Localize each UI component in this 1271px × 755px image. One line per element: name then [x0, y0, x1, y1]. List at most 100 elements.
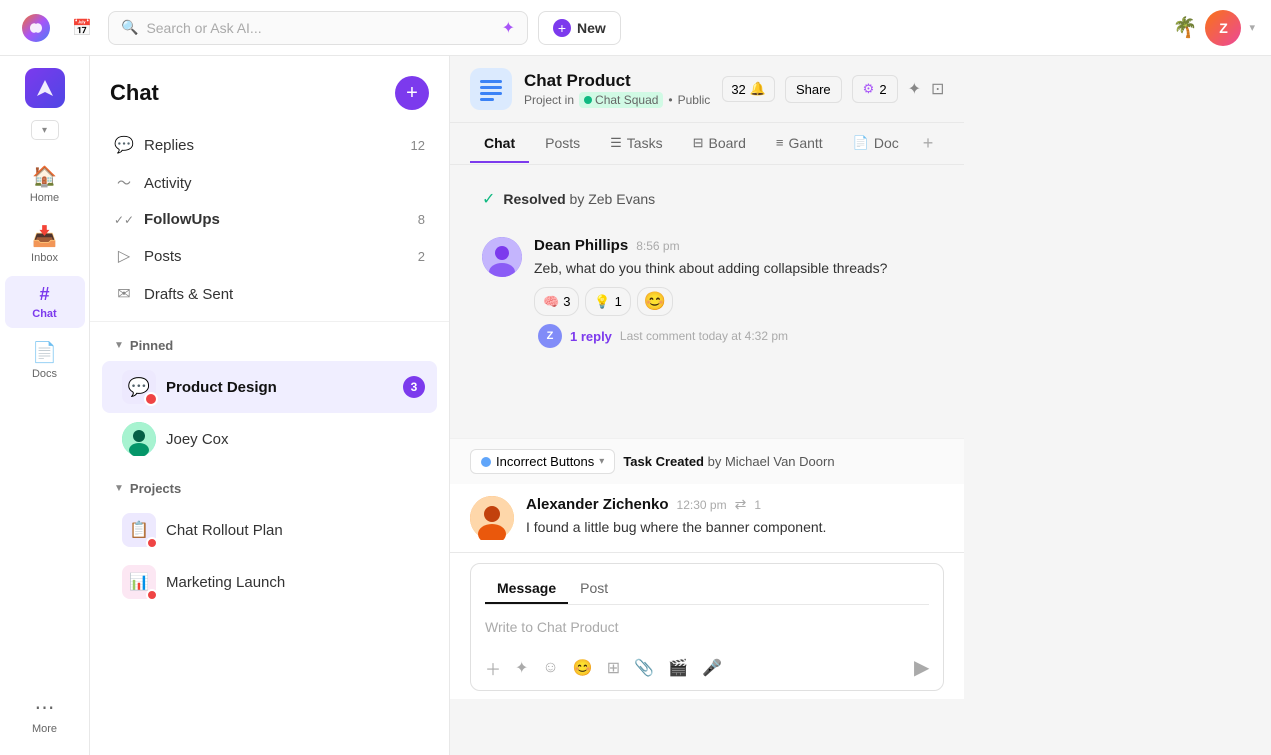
compose-table-icon[interactable]: ⊞	[607, 658, 620, 678]
channel-squad-name: Chat Squad	[595, 93, 658, 107]
compose-send-button[interactable]: ▶	[914, 655, 929, 680]
calendar-icon[interactable]: 📅	[66, 12, 98, 44]
compose-placeholder: Write to Chat Product	[485, 619, 619, 635]
compose-area: Message Post Write to Chat Product ＋ ✦ ☺…	[450, 552, 964, 699]
chat-nav-followups[interactable]: ✓✓ FollowUps 8	[102, 202, 437, 237]
sync-count: 1	[754, 498, 761, 512]
channel-task-count[interactable]: 32 🔔	[722, 76, 775, 102]
chat-new-button[interactable]: +	[395, 76, 429, 110]
squad-dot	[584, 96, 592, 104]
chat-nav-activity[interactable]: 〜 Activity	[102, 164, 437, 202]
top-bar-right: 🌴 Z ▾	[1173, 10, 1255, 46]
compose-tabs: Message Post	[485, 574, 929, 605]
compose-attach-icon[interactable]: ＋	[485, 656, 501, 680]
add-reaction-button[interactable]: 😊	[637, 287, 673, 316]
alexander-zichenko-avatar	[470, 496, 514, 540]
tab-add-button[interactable]: +	[915, 123, 942, 164]
tab-posts[interactable]: Posts	[531, 125, 594, 163]
app-logo[interactable]	[16, 8, 56, 48]
resolved-label: Resolved	[503, 191, 565, 207]
channel-name: Chat Product	[524, 71, 710, 91]
channel-header: Chat Product Project in Chat Squad • Pub…	[450, 56, 964, 123]
reaction-brain[interactable]: 🧠 3	[534, 287, 579, 316]
message-2-author: Alexander Zichenko	[526, 496, 669, 513]
sidebar-item-inbox[interactable]: 📥 Inbox	[5, 216, 85, 272]
tab-tasks[interactable]: ☰ Tasks	[596, 125, 676, 163]
compose-tab-message[interactable]: Message	[485, 574, 568, 604]
user-avatar[interactable]: Z	[1205, 10, 1241, 46]
marketing-launch-icon: 📊	[129, 572, 149, 592]
chat-nav-replies[interactable]: 💬 Replies 12	[102, 126, 437, 164]
doc-icon: 📄	[853, 135, 869, 151]
message-2-body: Alexander Zichenko 12:30 pm ⇄ 1 I found …	[526, 496, 944, 540]
chat-sidebar-title: Chat	[110, 80, 159, 106]
tab-gantt[interactable]: ≡ Gantt	[762, 125, 837, 163]
joey-cox-avatar	[122, 422, 156, 456]
compose-paperclip-icon[interactable]: 📎	[634, 658, 654, 678]
inbox-icon: 📥	[32, 224, 57, 249]
sidebar-item-chat[interactable]: # Chat	[5, 276, 85, 328]
sidebar-logo[interactable]	[25, 68, 65, 108]
projects-section-header[interactable]: ▼ Projects	[90, 473, 449, 504]
pinned-section-title: Pinned	[130, 338, 173, 353]
new-button[interactable]: + New	[538, 11, 621, 45]
pinned-section-header[interactable]: ▼ Pinned	[90, 330, 449, 361]
board-icon: ⊟	[693, 135, 704, 151]
ai-button[interactable]: ⚙ 2	[852, 75, 898, 103]
divider1	[90, 321, 449, 322]
compose-tab-post[interactable]: Post	[568, 574, 620, 604]
chat-nav-drafts[interactable]: ✉ Drafts & Sent	[102, 275, 437, 313]
compose-video-icon[interactable]: 🎬	[668, 658, 688, 678]
chat-rollout-icon: 📋	[129, 520, 149, 540]
tab-board[interactable]: ⊟ Board	[679, 125, 760, 163]
palm-icon[interactable]: 🌴	[1173, 15, 1198, 40]
message-1-body: Dean Phillips 8:56 pm Zeb, what do you t…	[534, 237, 932, 348]
tab-doc[interactable]: 📄 Doc	[839, 125, 913, 163]
layout-icon[interactable]: ⊡	[931, 79, 944, 99]
chat-nav-posts[interactable]: ▷ Posts 2	[102, 237, 437, 275]
compose-emoji2-icon[interactable]: 😊	[573, 658, 593, 678]
lightbulb-emoji: 💡	[594, 294, 610, 310]
followups-count: 8	[418, 212, 425, 227]
project-item-marketing-launch[interactable]: 📊 Marketing Launch	[102, 556, 437, 608]
channel-meta-project: Project in	[524, 93, 574, 107]
message-1-author: Dean Phillips	[534, 237, 628, 254]
channel-tabs: Chat Posts ☰ Tasks ⊟ Board ≡ Gantt 📄 Doc…	[450, 123, 964, 165]
gantt-icon: ≡	[776, 135, 784, 150]
sidebar-item-docs[interactable]: 📄 Docs	[5, 332, 85, 388]
followups-icon: ✓✓	[114, 213, 134, 227]
message-block-1: Dean Phillips 8:56 pm Zeb, what do you t…	[470, 225, 944, 360]
search-box[interactable]: 🔍 Search or Ask AI... ✦	[108, 11, 528, 45]
pinned-item-product-design[interactable]: 💬 Product Design 3	[102, 361, 437, 413]
sidebar-item-home[interactable]: 🏠 Home	[5, 156, 85, 212]
sidebar-collapse-btn[interactable]: ▾	[31, 120, 59, 140]
task-status-chevron: ▾	[599, 456, 604, 467]
tab-chat[interactable]: Chat	[470, 125, 529, 163]
marketing-launch-avatar: 📊	[122, 565, 156, 599]
new-button-label: New	[577, 20, 606, 36]
ai-sparkle-icon: ✦	[502, 18, 515, 38]
compose-ai-icon[interactable]: ✦	[515, 658, 528, 678]
compose-mic-icon[interactable]: 🎤	[702, 658, 722, 678]
activity-icon: 〜	[114, 173, 134, 193]
task-status-dot	[481, 457, 491, 467]
reaction-lightbulb[interactable]: 💡 1	[585, 287, 630, 316]
chat-sidebar-header: Chat +	[90, 56, 449, 126]
reply-count-link[interactable]: 1 reply	[570, 329, 612, 344]
share-button[interactable]: Share	[785, 76, 842, 103]
tab-board-label: Board	[709, 135, 746, 151]
avatar-chevron[interactable]: ▾	[1249, 21, 1255, 34]
project-item-chat-rollout[interactable]: 📋 Chat Rollout Plan	[102, 504, 437, 556]
brain-count: 3	[563, 294, 570, 309]
replies-count: 12	[411, 138, 425, 153]
ai-magic-icon[interactable]: ✦	[908, 79, 921, 99]
chat-rollout-alert	[146, 537, 158, 549]
sidebar-item-more[interactable]: ⋯ More	[5, 687, 85, 743]
compose-input[interactable]: Write to Chat Product	[485, 613, 929, 649]
marketing-launch-alert	[146, 589, 158, 601]
task-status-dropdown[interactable]: Incorrect Buttons ▾	[470, 449, 615, 474]
task-created-label: Task Created	[623, 454, 704, 469]
message-2-header: Alexander Zichenko 12:30 pm ⇄ 1	[526, 496, 944, 513]
dm-item-joey-cox[interactable]: Joey Cox	[102, 413, 437, 465]
compose-emoji-icon[interactable]: ☺	[542, 659, 558, 677]
